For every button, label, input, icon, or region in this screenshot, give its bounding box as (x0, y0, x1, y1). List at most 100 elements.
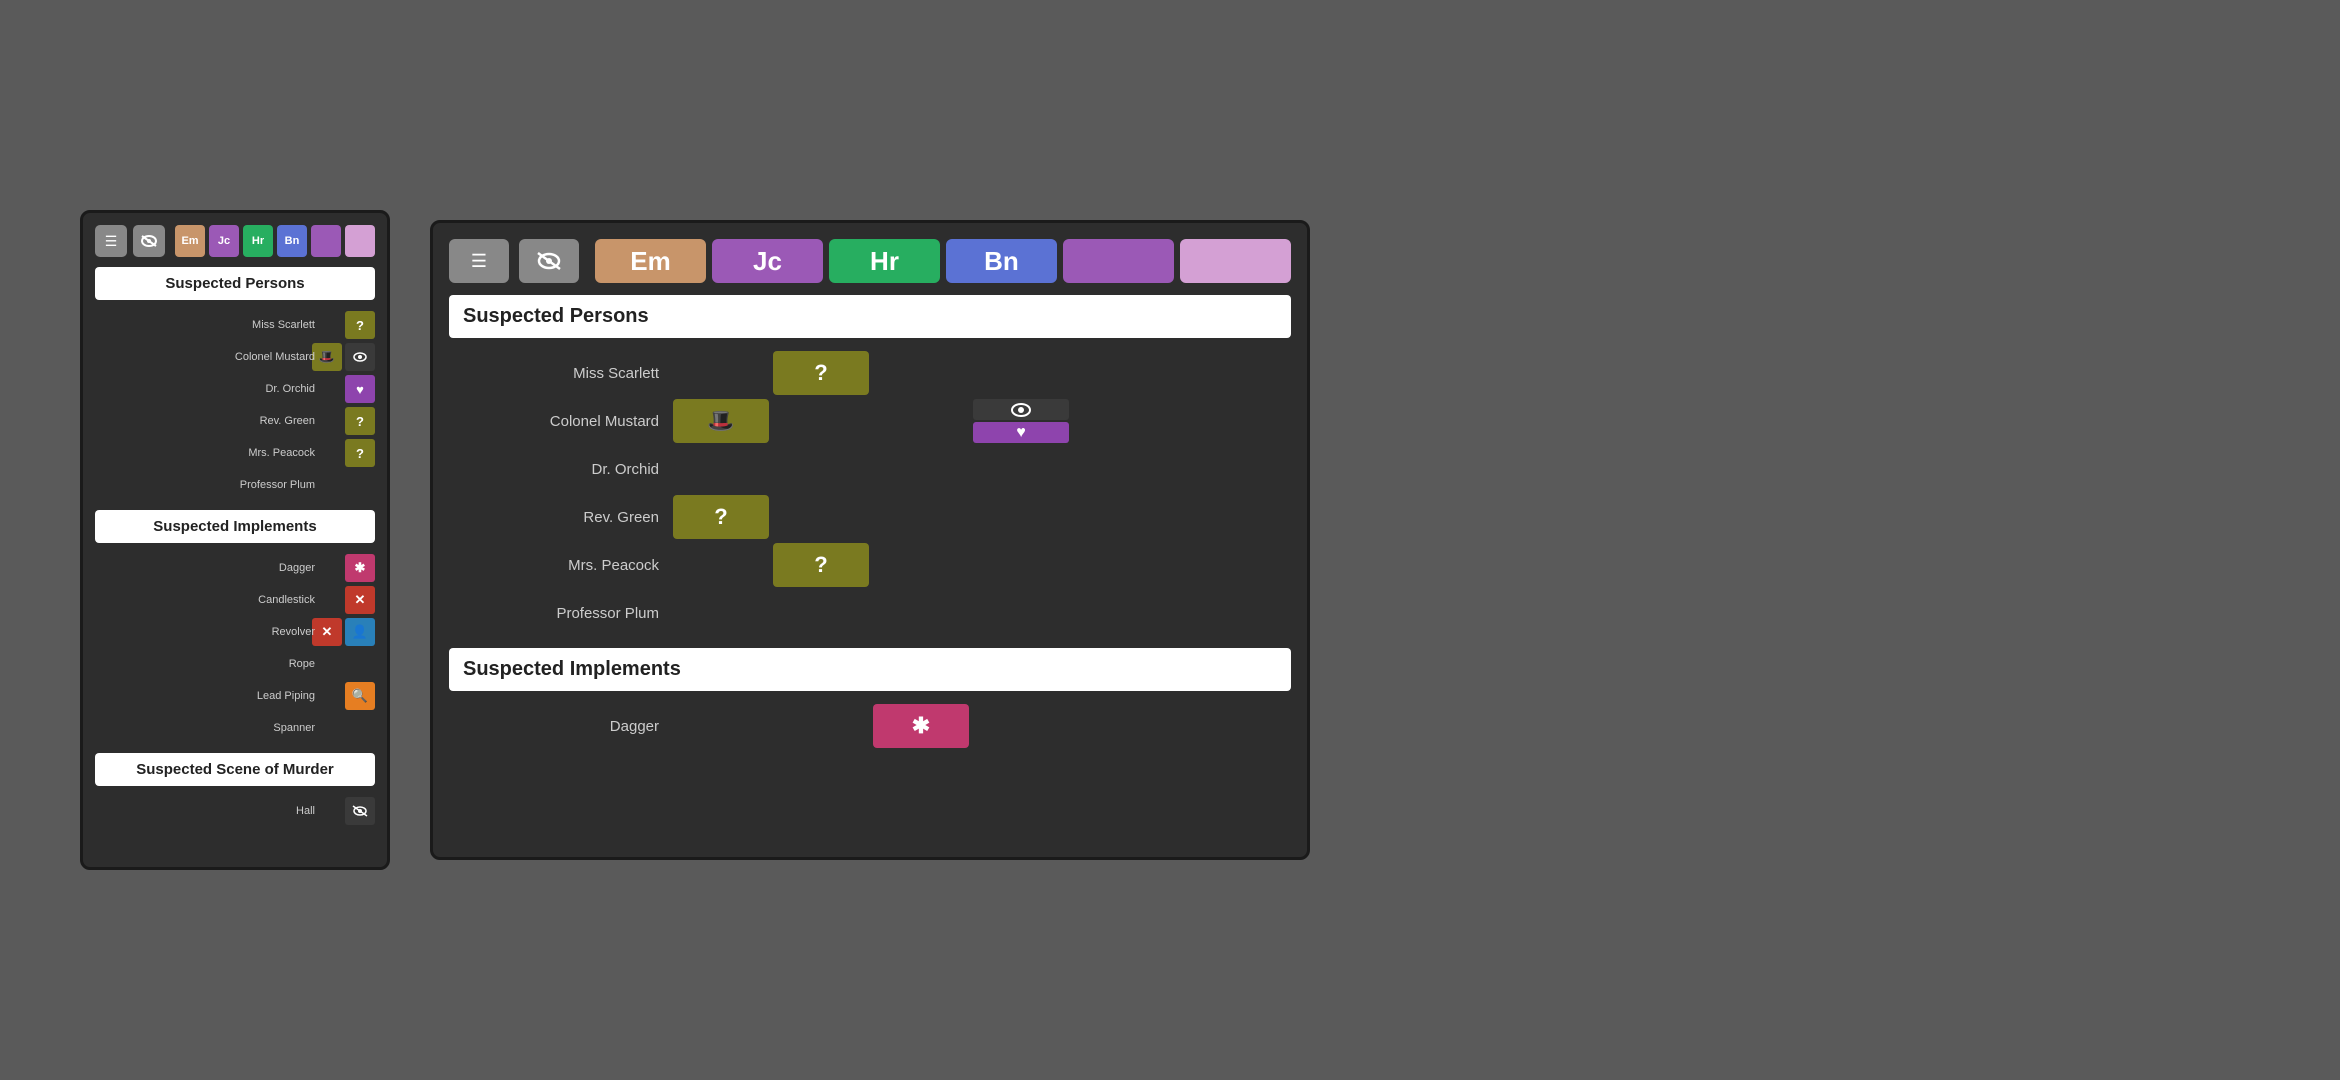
small-persons-grid: Miss Scarlett ? Colonel Mustard 🎩 Dr. Or… (95, 310, 375, 500)
large-toolbar: ☰ Em Jc Hr Bn (449, 239, 1291, 283)
large-label-dagger: Dagger (449, 718, 669, 735)
small-murder-grid: Hall (95, 796, 375, 826)
large-label-dr-orchid: Dr. Orchid (449, 461, 669, 478)
large-cell-miss-scarlett-jc[interactable]: ? (773, 351, 869, 395)
large-row-mrs-peacock: Mrs. Peacock ? (449, 542, 1291, 588)
small-cell-colonel-mustard-em[interactable]: 🎩 (312, 343, 342, 371)
small-label-spanner: Spanner (155, 722, 315, 734)
small-eye-button[interactable] (133, 225, 165, 257)
small-cell-revolver-x[interactable]: ✕ (312, 618, 342, 646)
small-implements-header: Suspected Implements (95, 510, 375, 543)
badge-jc-large[interactable]: Jc (712, 239, 823, 283)
small-row-candlestick: Candlestick ✕ (95, 585, 375, 615)
large-cells-rev-green: ? (669, 495, 1291, 539)
small-label-miss-scarlett: Miss Scarlett (155, 319, 315, 331)
small-label-hall: Hall (155, 805, 315, 817)
large-panel: ☰ Em Jc Hr Bn Suspected Persons Miss Sca… (430, 220, 1310, 860)
small-label-candlestick: Candlestick (155, 594, 315, 606)
large-row-professor-plum: Professor Plum (449, 590, 1291, 636)
small-label-rev-green: Rev. Green (155, 415, 315, 427)
large-eye-button[interactable] (519, 239, 579, 283)
small-row-rev-green: Rev. Green ? (95, 406, 375, 436)
large-label-mrs-peacock: Mrs. Peacock (449, 557, 669, 574)
small-panel: ☰ Em Jc Hr Bn Suspected Persons Miss Sca… (80, 210, 390, 870)
small-label-professor-plum: Professor Plum (155, 479, 315, 491)
large-cells-dagger: ✱ (669, 704, 1291, 748)
small-row-dr-orchid: Dr. Orchid ♥ (95, 374, 375, 404)
badge-jc-small[interactable]: Jc (209, 225, 239, 257)
large-cells-dr-orchid (669, 447, 1291, 491)
badge-bn-large[interactable]: Bn (946, 239, 1057, 283)
small-label-revolver: Revolver (155, 626, 315, 638)
large-cell-dagger-hr[interactable]: ✱ (873, 704, 969, 748)
small-cell-mrs-peacock-jc[interactable]: ? (345, 439, 375, 467)
small-row-dagger: Dagger ✱ (95, 553, 375, 583)
large-cell-miss-scarlett-bn (973, 351, 1069, 395)
small-cell-rev-green-jc[interactable]: ? (345, 407, 375, 435)
small-cell-dr-orchid-heart[interactable]: ♥ (345, 375, 375, 403)
small-cell-revolver-user[interactable]: 👤 (345, 618, 375, 646)
small-row-spanner: Spanner (95, 713, 375, 743)
small-row-professor-plum: Professor Plum (95, 470, 375, 500)
large-cell-colonel-mustard-heart[interactable]: ♥ (973, 422, 1069, 443)
small-label-lead-piping: Lead Piping (155, 690, 315, 702)
large-cell-rev-green-em[interactable]: ? (673, 495, 769, 539)
badge-e5-small[interactable] (311, 225, 341, 257)
large-persons-grid: Miss Scarlett ? Colonel Mustard 🎩 (449, 350, 1291, 636)
small-cell-hall-eye[interactable] (345, 797, 375, 825)
large-cell-mrs-peacock-jc[interactable]: ? (773, 543, 869, 587)
small-cell-candlestick[interactable]: ✕ (345, 586, 375, 614)
small-label-dr-orchid: Dr. Orchid (155, 383, 315, 395)
large-label-colonel-mustard: Colonel Mustard (449, 413, 669, 430)
large-row-miss-scarlett: Miss Scarlett ? (449, 350, 1291, 396)
badge-e5-large[interactable] (1063, 239, 1174, 283)
large-row-rev-green: Rev. Green ? (449, 494, 1291, 540)
badge-e6-large[interactable] (1180, 239, 1291, 283)
large-player-badges: Em Jc Hr Bn (595, 239, 1291, 283)
large-cell-colonel-mustard-jc (773, 399, 869, 443)
small-cell-lead-piping[interactable]: 🔍 (345, 682, 375, 710)
small-row-hall: Hall (95, 796, 375, 826)
large-persons-header: Suspected Persons (449, 295, 1291, 338)
small-row-rope: Rope (95, 649, 375, 679)
small-murder-header: Suspected Scene of Murder (95, 753, 375, 786)
large-cells-miss-scarlett: ? (669, 351, 1291, 395)
small-row-colonel-mustard: Colonel Mustard 🎩 (95, 342, 375, 372)
large-cell-colonel-mustard-em[interactable]: 🎩 (673, 399, 769, 443)
small-player-badges: Em Jc Hr Bn (175, 225, 375, 257)
badge-bn-small[interactable]: Bn (277, 225, 307, 257)
small-label-rope: Rope (155, 658, 315, 670)
large-cells-mrs-peacock: ? (669, 543, 1291, 587)
badge-e6-small[interactable] (345, 225, 375, 257)
large-implements-header: Suspected Implements (449, 648, 1291, 691)
large-menu-button[interactable]: ☰ (449, 239, 509, 283)
small-menu-button[interactable]: ☰ (95, 225, 127, 257)
large-cell-miss-scarlett-e6 (1173, 351, 1269, 395)
small-cell-miss-scarlett-jc[interactable]: ? (345, 311, 375, 339)
small-cell-dagger[interactable]: ✱ (345, 554, 375, 582)
large-implements-grid: Dagger ✱ (449, 703, 1291, 749)
large-row-dagger: Dagger ✱ (449, 703, 1291, 749)
badge-em-small[interactable]: Em (175, 225, 205, 257)
badge-hr-small[interactable]: Hr (243, 225, 273, 257)
large-cell-miss-scarlett-e5 (1073, 351, 1169, 395)
small-cell-colonel-mustard-eye[interactable] (345, 343, 375, 371)
large-cell-colonel-mustard-stack: ♥ (973, 399, 1069, 443)
small-row-mrs-peacock: Mrs. Peacock ? (95, 438, 375, 468)
small-row-lead-piping: Lead Piping 🔍 (95, 681, 375, 711)
small-implements-grid: Dagger ✱ Candlestick ✕ Revolver ✕ 👤 Rope… (95, 553, 375, 743)
small-toolbar: ☰ Em Jc Hr Bn (95, 225, 375, 257)
large-cell-colonel-mustard-e6 (1173, 399, 1269, 443)
badge-hr-large[interactable]: Hr (829, 239, 940, 283)
large-cell-colonel-mustard-eye[interactable] (973, 399, 1069, 420)
badge-em-large[interactable]: Em (595, 239, 706, 283)
large-cell-colonel-mustard-e5 (1073, 399, 1169, 443)
small-label-dagger: Dagger (155, 562, 315, 574)
large-label-professor-plum: Professor Plum (449, 605, 669, 622)
large-cells-professor-plum (669, 591, 1291, 635)
small-label-colonel-mustard: Colonel Mustard (155, 351, 315, 363)
large-cell-miss-scarlett-hr (873, 351, 969, 395)
large-cell-miss-scarlett-em (673, 351, 769, 395)
small-row-revolver: Revolver ✕ 👤 (95, 617, 375, 647)
large-cells-colonel-mustard: 🎩 ♥ (669, 399, 1291, 443)
